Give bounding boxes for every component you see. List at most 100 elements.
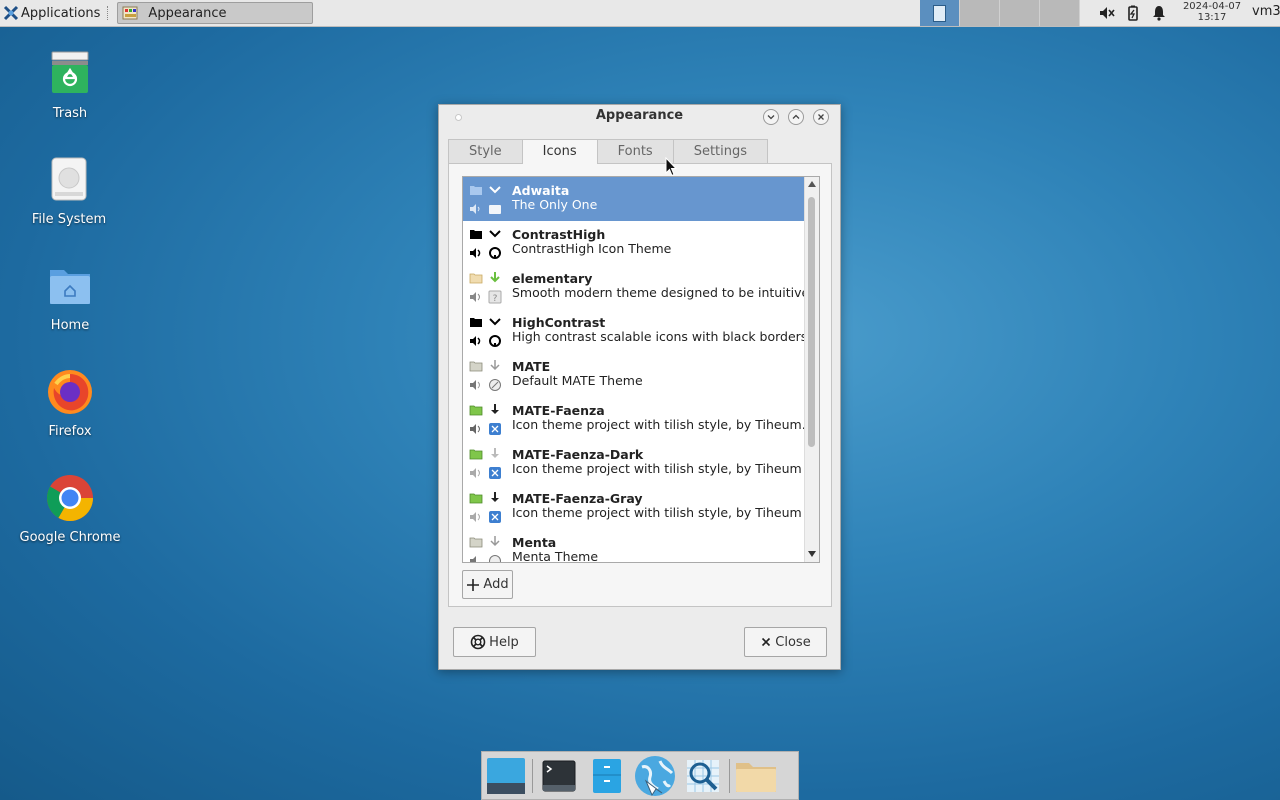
folder-icon [470,186,482,195]
folder-icon [469,537,483,548]
help-icon [489,335,501,347]
close-icon [818,114,824,120]
speaker-icon [470,292,480,302]
theme-description: Icon theme project with tilish style, by… [512,461,802,476]
chevron-down-icon [489,318,501,326]
tab-bar: Style Icons Fonts Settings [448,139,769,164]
desktop-icon-home[interactable]: Home [15,262,125,333]
folder-icon [736,762,776,792]
tab-fonts[interactable]: Fonts [596,139,674,163]
desktop-icon-label: Home [50,318,90,333]
terminal-icon [542,760,576,791]
theme-name: MATE-Faenza [512,403,605,418]
add-theme-button[interactable]: Add [462,570,513,599]
theme-description: Icon theme project with tilish style, by… [512,505,802,520]
workspace-1[interactable] [920,0,960,26]
folder-icon [470,318,482,327]
dock-file-manager[interactable] [583,754,631,798]
theme-name: ContrastHigh [512,227,606,242]
theme-row-highcontrast[interactable]: HighContrast High contrast scalable icon… [463,309,819,353]
close-icon [762,637,771,647]
panel-separator [107,6,112,20]
speaker-icon [470,556,476,562]
clock[interactable]: 2024-04-07 13:17 [1180,1,1244,23]
theme-name: MATE-Faenza-Dark [512,447,644,462]
theme-description: ContrastHigh Icon Theme [512,241,672,256]
scroll-up-arrow-icon[interactable] [808,181,816,187]
list-scrollbar[interactable] [804,177,819,562]
workspace-2[interactable] [960,0,1000,26]
help-button-label: Help [489,634,519,650]
desktop-icon-firefox[interactable]: Firefox [15,368,125,439]
theme-row-mate-faenza-gray[interactable]: MATE-Faenza-Gray Icon theme project with… [463,485,819,529]
desktop-icon-google-chrome[interactable]: Google Chrome [15,474,125,545]
theme-row-adwaita[interactable]: Adwaita The Only One [463,177,819,221]
svg-text:?: ? [493,294,498,304]
theme-row-contrasthigh[interactable]: ContrastHigh ContrastHigh Icon Theme [463,221,819,265]
theme-name: elementary [512,271,593,286]
download-arrow-icon [491,448,499,458]
scroll-down-arrow-icon[interactable] [808,551,816,557]
applications-menu-button[interactable]: Applications [0,0,104,26]
user-menu[interactable]: vm3 [1252,4,1280,19]
theme-name: Adwaita [512,183,570,198]
theme-row-mate-faenza[interactable]: MATE-Faenza Icon theme project with tili… [463,397,819,441]
tab-settings[interactable]: Settings [672,139,769,163]
help-icon [489,511,501,523]
folder-icon [469,449,483,460]
theme-row-mate[interactable]: MATE Default MATE Theme [463,353,819,397]
close-button[interactable]: Close [744,627,827,657]
speaker-icon [470,248,481,258]
close-window-button[interactable] [813,109,829,125]
speaker-icon [470,424,480,434]
desktop-icon-label: Firefox [48,424,92,439]
tab-icons[interactable]: Icons [521,139,598,164]
theme-description: Default MATE Theme [512,373,643,388]
dock-show-desktop[interactable] [482,754,530,798]
firefox-icon [48,370,92,414]
mouse-cursor-icon [665,157,677,177]
dock-folder[interactable] [732,754,780,798]
desktop-icon-trash[interactable]: Trash [15,50,125,121]
workspace-4[interactable] [1040,0,1080,26]
dock-app-finder[interactable] [679,754,727,798]
theme-name: MATE-Faenza-Gray [512,491,643,506]
help-icon [489,423,501,435]
speaker-icon [470,336,481,346]
theme-row-mate-faenza-dark[interactable]: MATE-Faenza-Dark Icon theme project with… [463,441,819,485]
trash-icon [51,51,89,93]
dock-terminal[interactable] [535,754,583,798]
download-arrow-icon [490,360,500,371]
help-button[interactable]: Help [453,627,536,657]
scrollbar-thumb[interactable] [808,197,815,447]
appearance-icon [122,6,138,20]
web-browser-icon [635,755,675,796]
tab-style[interactable]: Style [448,139,523,163]
theme-row-elementary[interactable]: ? elementary Smooth modern theme designe… [463,265,819,309]
theme-description: High contrast scalable icons with black … [512,329,808,344]
taskbar-button-appearance[interactable]: Appearance [117,2,314,24]
battery-icon[interactable] [1122,2,1144,24]
volume-muted-icon[interactable] [1096,2,1118,24]
folder-icon [469,493,483,504]
folder-icon [469,273,483,284]
minimize-button[interactable] [763,109,779,125]
clock-time: 13:17 [1197,12,1227,23]
plus-icon [467,578,480,591]
workspace-switcher [920,0,1080,26]
desktop-icon-file-system[interactable]: File System [14,156,124,227]
workspace-3[interactable] [1000,0,1040,26]
theme-description: The Only One [512,197,598,212]
dock-web-browser[interactable] [631,754,679,798]
lifebuoy-icon [470,634,486,650]
speaker-icon [470,380,480,390]
top-panel: Applications Appearance 2024-04-07 13:17 [0,0,1280,27]
folder-icon [469,405,483,416]
notification-bell-icon[interactable] [1148,2,1170,24]
icon-theme-list[interactable]: Adwaita The Only One ContrastHigh Contra… [462,176,820,563]
dock-separator [532,758,533,793]
maximize-button[interactable] [788,109,804,125]
window-titlebar[interactable]: Appearance [439,105,840,129]
home-folder-icon [50,270,90,304]
theme-row-menta[interactable]: Menta Menta Theme [463,529,819,562]
